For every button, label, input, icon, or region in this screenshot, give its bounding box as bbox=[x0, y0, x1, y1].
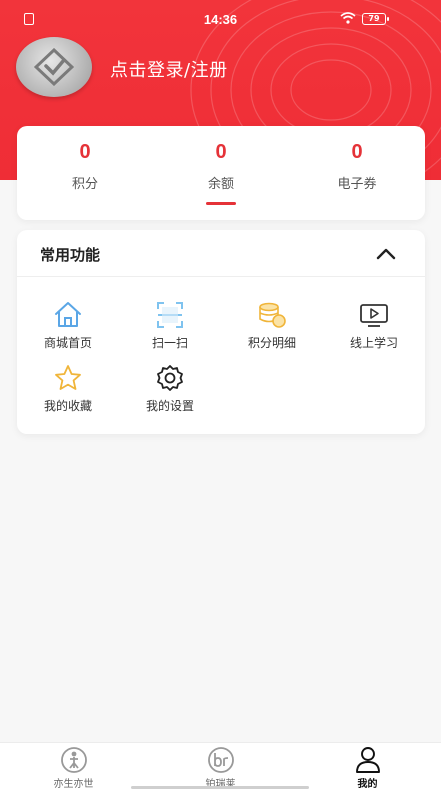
stat-points-label: 积分 bbox=[71, 177, 98, 192]
nav-label: 亦生亦世 bbox=[53, 779, 94, 790]
divider bbox=[17, 276, 425, 277]
stat-coupons[interactable]: 0 电子券 bbox=[289, 126, 425, 220]
status-bar: 14:36 79 bbox=[0, 0, 441, 38]
nav-yisheng[interactable]: 亦生亦世 bbox=[0, 743, 147, 791]
br-logo-icon bbox=[208, 747, 234, 773]
stats-card: 0 积分 0 余额 0 电子券 bbox=[17, 126, 425, 220]
nav-borui[interactable]: 铂瑞莱 bbox=[147, 743, 294, 791]
bottom-nav: 亦生亦世 铂瑞莱 我的 bbox=[0, 742, 441, 791]
func-scan[interactable]: 扫一扫 bbox=[120, 300, 220, 360]
stat-balance-label: 余额 bbox=[207, 177, 234, 192]
func-online-learning[interactable]: 线上学习 bbox=[324, 300, 424, 360]
func-points-detail[interactable]: 积分明细 bbox=[222, 300, 322, 360]
home-icon bbox=[55, 302, 81, 327]
func-label: 线上学习 bbox=[349, 336, 398, 350]
yisheng-logo-icon bbox=[61, 747, 87, 773]
battery-icon: 79 bbox=[362, 13, 389, 25]
func-label: 扫一扫 bbox=[151, 336, 188, 350]
coins-icon bbox=[259, 302, 286, 328]
star-icon bbox=[55, 365, 81, 390]
user-icon bbox=[356, 747, 380, 773]
avatar-logo-icon bbox=[34, 48, 74, 86]
avatar[interactable] bbox=[16, 37, 92, 97]
stat-balance[interactable]: 0 余额 bbox=[153, 126, 289, 220]
scan-icon bbox=[157, 302, 183, 328]
stat-coupons-label: 电子券 bbox=[337, 177, 377, 192]
stat-balance-value: 0 bbox=[215, 141, 227, 163]
stat-coupons-value: 0 bbox=[351, 141, 363, 163]
stat-points-value: 0 bbox=[79, 141, 91, 163]
func-label: 我的收藏 bbox=[43, 399, 92, 413]
func-label: 我的设置 bbox=[145, 399, 194, 413]
stat-points[interactable]: 0 积分 bbox=[17, 126, 153, 220]
func-my-settings[interactable]: 我的设置 bbox=[120, 363, 220, 423]
home-indicator bbox=[131, 786, 309, 789]
login-register-link[interactable]: 点击登录/注册 bbox=[110, 56, 228, 82]
func-label: 商城首页 bbox=[43, 336, 92, 350]
nav-mine[interactable]: 我的 bbox=[294, 743, 441, 791]
wifi-icon bbox=[340, 12, 356, 24]
nav-label: 我的 bbox=[357, 779, 378, 790]
active-underline bbox=[206, 202, 236, 205]
func-label: 积分明细 bbox=[247, 336, 296, 350]
common-functions-card: 常用功能 商城首页 扫一扫 积分明细 线上学习 我的收藏 我的设置 bbox=[17, 230, 425, 434]
gear-icon bbox=[157, 365, 183, 391]
func-mall-home[interactable]: 商城首页 bbox=[18, 300, 118, 360]
chevron-up-icon[interactable] bbox=[374, 244, 398, 264]
video-icon bbox=[360, 304, 388, 327]
section-title: 常用功能 bbox=[40, 246, 101, 264]
func-my-favorites[interactable]: 我的收藏 bbox=[18, 363, 118, 423]
